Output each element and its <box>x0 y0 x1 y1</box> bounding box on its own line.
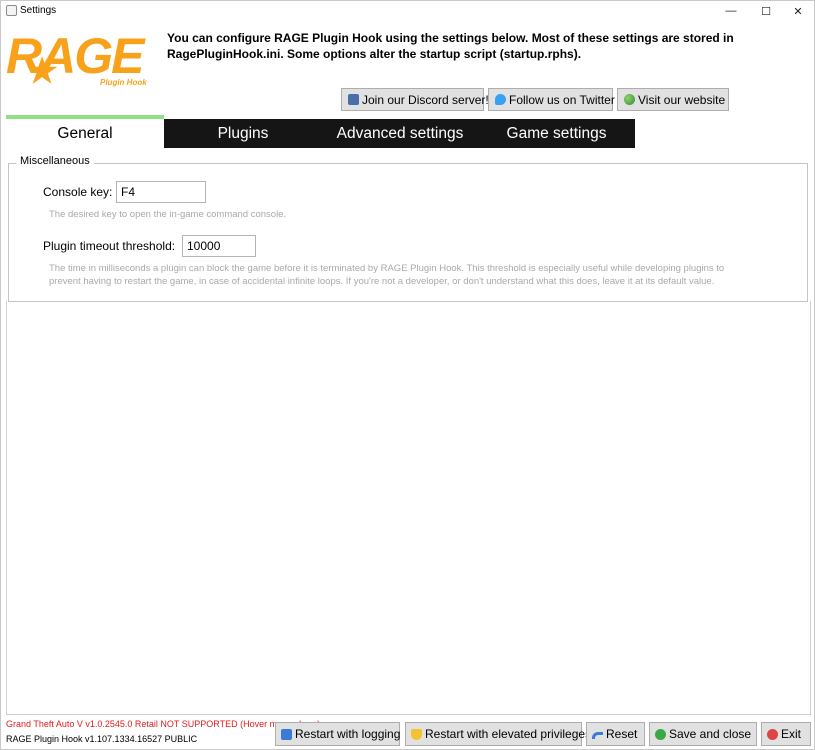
restart-logging-label: Restart with logging <box>295 727 401 741</box>
title-bar: Settings — ☐ ✕ <box>1 1 814 21</box>
save-close-label: Save and close <box>669 727 752 741</box>
log-icon <box>281 728 292 740</box>
reset-label: Reset <box>606 727 638 741</box>
intro-text: You can configure RAGE Plugin Hook using… <box>167 30 767 62</box>
logo-wordmark: RAGE <box>6 28 146 84</box>
restart-elevated-button[interactable]: Restart with elevated privileges <box>405 722 591 746</box>
check-icon <box>655 728 666 740</box>
undo-icon <box>592 732 603 739</box>
tab-plugins[interactable]: Plugins <box>164 119 322 148</box>
restart-elevated-label: Restart with elevated privileges <box>425 727 592 741</box>
reset-button[interactable]: Reset <box>586 722 645 746</box>
tab-general[interactable]: General <box>6 119 164 148</box>
exit-button[interactable]: Exit <box>761 722 811 746</box>
intro-line-2: RagePluginHook.ini. Some options alter t… <box>167 47 582 61</box>
console-key-input[interactable] <box>116 181 206 203</box>
discord-icon <box>348 94 359 105</box>
plugin-timeout-hint: The time in milliseconds a plugin can bl… <box>49 262 794 288</box>
website-button-label: Visit our website <box>638 92 726 107</box>
console-key-label: Console key: <box>43 185 113 199</box>
website-button[interactable]: Visit our website <box>617 88 729 111</box>
version-label: RAGE Plugin Hook v1.107.1334.16527 PUBLI… <box>6 734 198 744</box>
discord-button-label: Join our Discord server! <box>362 92 489 107</box>
console-key-hint: The desired key to open the in-game comm… <box>49 209 287 220</box>
discord-button[interactable]: Join our Discord server! <box>341 88 489 111</box>
restart-with-logging-button[interactable]: Restart with logging <box>275 722 400 746</box>
twitter-icon <box>495 94 506 105</box>
maximize-button[interactable]: ☐ <box>749 1 783 21</box>
exit-icon <box>767 728 778 740</box>
twitter-button-label: Follow us on Twitter <box>509 92 615 107</box>
plugin-timeout-hint-line-2: prevent having to restart the game, in c… <box>49 276 715 287</box>
window-title: Settings <box>20 5 57 16</box>
save-and-close-button[interactable]: Save and close <box>649 722 757 746</box>
tab-advanced-settings[interactable]: Advanced settings <box>322 119 478 148</box>
plugin-timeout-input[interactable] <box>182 235 256 257</box>
plugin-timeout-label: Plugin timeout threshold: <box>43 239 176 253</box>
content-panel <box>6 301 811 715</box>
close-window-button[interactable]: ✕ <box>781 1 815 21</box>
globe-icon <box>624 94 635 105</box>
group-title: Miscellaneous <box>16 155 94 167</box>
settings-window: Settings — ☐ ✕ RAGE Plugin Hook You can … <box>0 0 815 750</box>
minimize-button[interactable]: — <box>714 1 748 21</box>
app-icon <box>6 5 17 16</box>
intro-line-1: You can configure RAGE Plugin Hook using… <box>167 31 734 45</box>
twitter-button[interactable]: Follow us on Twitter <box>488 88 615 111</box>
rage-logo: RAGE Plugin Hook <box>6 28 148 87</box>
exit-label: Exit <box>781 727 802 741</box>
shield-icon <box>411 728 422 740</box>
tab-game-settings[interactable]: Game settings <box>478 119 635 148</box>
logo-subtext: Plugin Hook <box>100 78 147 87</box>
plugin-timeout-hint-line-1: The time in milliseconds a plugin can bl… <box>49 263 725 274</box>
unsupported-warning[interactable]: Grand Theft Auto V v1.0.2545.0 Retail NO… <box>6 719 320 729</box>
